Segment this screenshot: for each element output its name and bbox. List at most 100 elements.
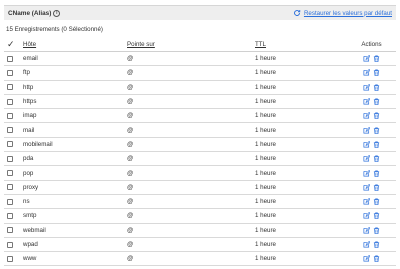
row-actions <box>347 83 396 91</box>
row-actions <box>347 140 396 148</box>
edit-icon[interactable] <box>363 169 370 177</box>
row-actions <box>347 69 396 77</box>
row-checkbox[interactable] <box>7 98 13 105</box>
table-row: http @1 heure <box>4 81 396 95</box>
trash-icon[interactable] <box>373 170 380 177</box>
trash-icon[interactable] <box>373 227 380 234</box>
select-all-cell[interactable]: ✓ <box>4 39 23 49</box>
section-header: CName (Alias) i Restaurer les valeurs pa… <box>4 5 396 20</box>
trash-icon[interactable] <box>373 184 380 191</box>
table-row: ns @1 heure <box>4 195 396 210</box>
row-checkbox[interactable] <box>7 112 13 119</box>
refresh-icon <box>294 10 301 16</box>
table-row: mail @1 heure <box>4 123 396 138</box>
edit-icon[interactable] <box>363 69 370 76</box>
row-select-cell[interactable] <box>4 170 23 177</box>
target-cell: @ <box>127 212 134 220</box>
row-select-cell[interactable] <box>4 184 23 191</box>
row-select-cell[interactable] <box>4 55 23 62</box>
trash-icon[interactable] <box>373 69 380 77</box>
section-title: CName (Alias) <box>8 9 52 17</box>
edit-icon[interactable] <box>363 255 370 262</box>
target-cell: @ <box>127 69 134 77</box>
row-actions <box>347 55 396 63</box>
ttl-cell: 1 heure <box>255 55 276 63</box>
row-select-cell[interactable] <box>4 241 23 248</box>
edit-icon[interactable] <box>363 183 370 191</box>
row-select-cell[interactable] <box>4 84 23 91</box>
column-header-target[interactable]: Pointe sur <box>127 41 255 48</box>
trash-icon[interactable] <box>373 212 380 220</box>
target-cell: @ <box>127 255 134 263</box>
checkmark-icon[interactable]: ✓ <box>7 39 15 49</box>
edit-icon[interactable] <box>363 212 370 219</box>
host-cell: mobilemail <box>23 140 53 148</box>
trash-icon[interactable] <box>373 255 380 263</box>
row-checkbox[interactable] <box>7 170 13 177</box>
row-actions <box>347 255 396 263</box>
trash-icon[interactable] <box>373 198 380 206</box>
table-row: proxy @1 heure <box>4 181 396 195</box>
row-actions <box>347 126 396 134</box>
edit-icon[interactable] <box>363 112 370 119</box>
ttl-cell: 1 heure <box>255 155 276 163</box>
column-header-ttl[interactable]: TTL <box>255 41 347 48</box>
ttl-cell: 1 heure <box>255 212 276 220</box>
row-select-cell[interactable] <box>4 112 23 119</box>
row-select-cell[interactable] <box>4 212 23 219</box>
ttl-cell: 1 heure <box>255 226 276 234</box>
row-checkbox[interactable] <box>7 84 13 91</box>
row-select-cell[interactable] <box>4 127 23 134</box>
row-actions <box>347 98 396 105</box>
ttl-cell: 1 heure <box>255 198 276 206</box>
row-checkbox[interactable] <box>7 241 13 248</box>
ttl-cell: 1 heure <box>255 112 276 120</box>
row-checkbox[interactable] <box>7 198 13 205</box>
edit-icon[interactable] <box>363 98 370 105</box>
trash-icon[interactable] <box>373 84 380 91</box>
row-checkbox[interactable] <box>7 55 13 62</box>
trash-icon[interactable] <box>373 155 380 163</box>
trash-icon[interactable] <box>373 241 380 248</box>
host-cell: proxy <box>23 183 39 191</box>
edit-icon[interactable] <box>363 126 370 134</box>
edit-icon[interactable] <box>363 226 370 234</box>
restore-defaults-label: Restaurer les valeurs par défaut <box>303 9 392 17</box>
edit-icon[interactable] <box>363 241 370 248</box>
row-select-cell[interactable] <box>4 141 23 148</box>
ttl-cell: 1 heure <box>255 126 276 134</box>
ttl-cell: 1 heure <box>255 241 276 248</box>
edit-icon[interactable] <box>363 83 370 91</box>
row-checkbox[interactable] <box>7 184 13 191</box>
target-cell: @ <box>127 155 134 163</box>
row-select-cell[interactable] <box>4 69 23 76</box>
row-select-cell[interactable] <box>4 227 23 234</box>
edit-icon[interactable] <box>363 155 370 162</box>
row-select-cell[interactable] <box>4 198 23 205</box>
edit-icon[interactable] <box>363 198 370 205</box>
edit-icon[interactable] <box>363 55 370 62</box>
trash-icon[interactable] <box>373 98 380 105</box>
row-checkbox[interactable] <box>7 155 13 162</box>
row-checkbox[interactable] <box>7 255 13 262</box>
info-icon[interactable]: i <box>53 9 61 17</box>
column-header-host[interactable]: Hôte <box>23 41 127 48</box>
host-cell: imap <box>23 112 37 120</box>
target-cell: @ <box>127 183 134 191</box>
row-select-cell[interactable] <box>4 155 23 162</box>
row-select-cell[interactable] <box>4 98 23 105</box>
row-checkbox[interactable] <box>7 127 13 134</box>
trash-icon[interactable] <box>373 127 380 134</box>
row-checkbox[interactable] <box>7 227 13 234</box>
section-title-wrap: CName (Alias) i <box>8 9 61 17</box>
row-select-cell[interactable] <box>4 255 23 262</box>
table-row: www @1 heure <box>4 252 396 267</box>
restore-defaults-link[interactable]: Restaurer les valeurs par défaut <box>293 9 392 17</box>
trash-icon[interactable] <box>373 141 380 148</box>
row-checkbox[interactable] <box>7 141 13 148</box>
edit-icon[interactable] <box>363 140 370 148</box>
trash-icon[interactable] <box>373 55 380 63</box>
row-checkbox[interactable] <box>7 69 13 76</box>
row-checkbox[interactable] <box>7 212 13 219</box>
trash-icon[interactable] <box>373 112 380 120</box>
